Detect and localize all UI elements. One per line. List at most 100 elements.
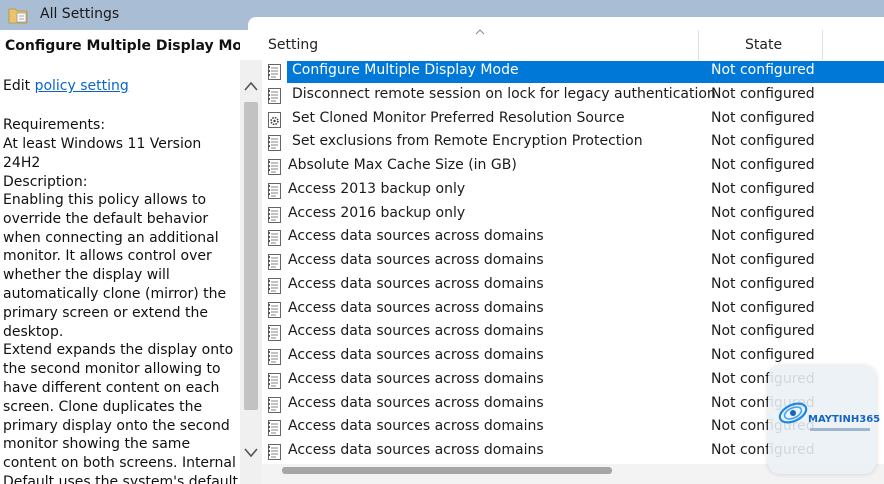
description-line: primary display onto the second [3,417,230,434]
edit-prefix: Edit [3,78,35,94]
setting-state: Not configured [711,347,815,363]
policy-page-icon [268,372,281,389]
policy-page-icon [268,230,281,247]
scroll-up-icon[interactable] [243,80,259,92]
setting-name: Access data sources across domains [288,418,544,435]
scroll-down-icon[interactable] [243,447,259,459]
setting-name: Absolute Max Cache Size (in GB) [288,157,517,173]
policy-page-icon [268,277,281,294]
setting-state: Not configured [711,157,815,173]
description-line: Enabling this policy allows to [3,192,207,208]
setting-name: Access data sources across domains [288,370,544,387]
brand-logo-icon [778,402,808,424]
policy-heading: Configure Multiple Display Mode [5,38,240,54]
table-row[interactable]: Configure Multiple Display Mode Not confi… [262,60,884,84]
watermark-subline [810,428,870,431]
description-line: override the default behavior [3,210,209,227]
description-scrollbar-thumb[interactable] [244,102,258,410]
setting-state: Not configured [711,180,815,197]
column-separator[interactable] [698,30,699,60]
policy-gear-icon [268,111,281,128]
requirements-value: At least Windows 11 Version 24H2 [3,136,202,171]
policy-page-icon [268,444,281,460]
setting-name: Access data sources across domains [288,299,544,316]
description-line: Extend expands the display onto [3,342,234,359]
description-line: Default uses the system's default [3,473,239,484]
setting-name: Set Cloned Monitor Preferred Resolution … [292,109,625,126]
description-line: primary screen or extend the [3,304,208,321]
setting-name: Access 2013 backup only [288,180,466,197]
requirements-label: Requirements: [3,117,106,133]
policy-page-icon [268,349,281,365]
setting-state: Not configured [711,62,815,78]
table-row[interactable]: Access 2016 backup only Not configured [262,203,884,227]
watermark-badge: MAYTINH365 [768,366,880,474]
description-label: Description: [3,174,88,190]
setting-name: Configure Multiple Display Mode [292,62,519,78]
policy-page-icon [268,135,281,152]
policy-page-icon [268,159,281,175]
setting-name: Access 2016 backup only [288,204,466,221]
setting-name: Access data sources across domains [288,228,544,245]
policy-page-icon [268,206,281,223]
setting-name: Access data sources across domains [288,275,544,292]
policy-page-icon [268,420,281,437]
policy-page-icon [268,87,281,104]
setting-state: Not configured [711,323,815,340]
setting-name: Access data sources across domains [288,252,544,268]
description-line: monitor. It allows control over [3,248,212,265]
table-row[interactable]: Access data sources across domains Not co… [262,250,884,274]
table-row[interactable]: Access data sources across domains Not co… [262,321,884,345]
setting-name: Access data sources across domains [288,323,544,340]
setting-state: Not configured [711,299,815,316]
policy-page-icon [268,254,281,270]
table-row[interactable]: Access 2013 backup only Not configured [262,179,884,203]
watermark-brand: MAYTINH365 [808,414,881,425]
policy-page-icon [268,325,281,342]
setting-name: Access data sources across domains [288,442,544,458]
description-text: Enabling this policy allows to override t… [3,191,238,484]
setting-state: Not configured [711,85,815,102]
table-row[interactable]: Disconnect remote session on lock for le… [262,84,884,108]
description-line: automatically clone (mirror) the [3,285,227,302]
column-separator[interactable] [822,30,823,60]
horizontal-scrollbar-thumb[interactable] [282,467,612,474]
edit-policy-link[interactable]: policy setting [35,78,129,94]
description-line: whether the display will [3,267,170,284]
setting-state: Not configured [711,275,815,292]
column-header-row: Setting State [262,30,823,60]
policy-page-icon [268,64,281,80]
setting-state: Not configured [711,109,815,126]
description-pane: Configure Multiple Display Mode Edit pol… [0,30,240,484]
table-row[interactable]: Set Cloned Monitor Preferred Resolution … [262,108,884,132]
table-row[interactable]: Access data sources across domains Not co… [262,226,884,250]
description-line: have different content on each [3,379,220,396]
description-line: the second monitor allowing to [3,361,221,378]
window-title: All Settings [40,6,120,22]
setting-state: Not configured [711,228,815,245]
setting-state: Not configured [711,204,815,221]
policy-page-icon [268,182,281,199]
column-header-setting[interactable]: Setting [268,37,318,53]
setting-name: Disconnect remote session on lock for le… [292,85,716,102]
description-line: monitor showing the same [3,436,191,453]
edit-line: Edit policy setting [3,77,129,96]
setting-state: Not configured [711,133,815,150]
policy-page-icon [268,396,281,413]
table-row[interactable]: Access data sources across domains Not co… [262,274,884,298]
table-row[interactable]: Absolute Max Cache Size (in GB) Not confi… [262,155,884,179]
policy-page-icon [268,301,281,318]
sort-ascending-icon [475,29,485,35]
setting-state: Not configured [711,252,815,268]
table-row[interactable]: Set exclusions from Remote Encryption Pr… [262,131,884,155]
setting-name: Access data sources across domains [288,394,544,411]
description-line: when connecting an additional [3,229,219,246]
setting-name: Set exclusions from Remote Encryption Pr… [292,133,643,150]
description-line: content on both screens. Internal [3,455,236,472]
setting-name: Access data sources across domains [288,347,544,363]
description-line: screen. Clone duplicates the [3,398,203,415]
column-header-state[interactable]: State [745,37,782,53]
description-line: desktop. [3,323,64,340]
folder-settings-icon [8,8,28,24]
table-row[interactable]: Access data sources across domains Not co… [262,298,884,322]
